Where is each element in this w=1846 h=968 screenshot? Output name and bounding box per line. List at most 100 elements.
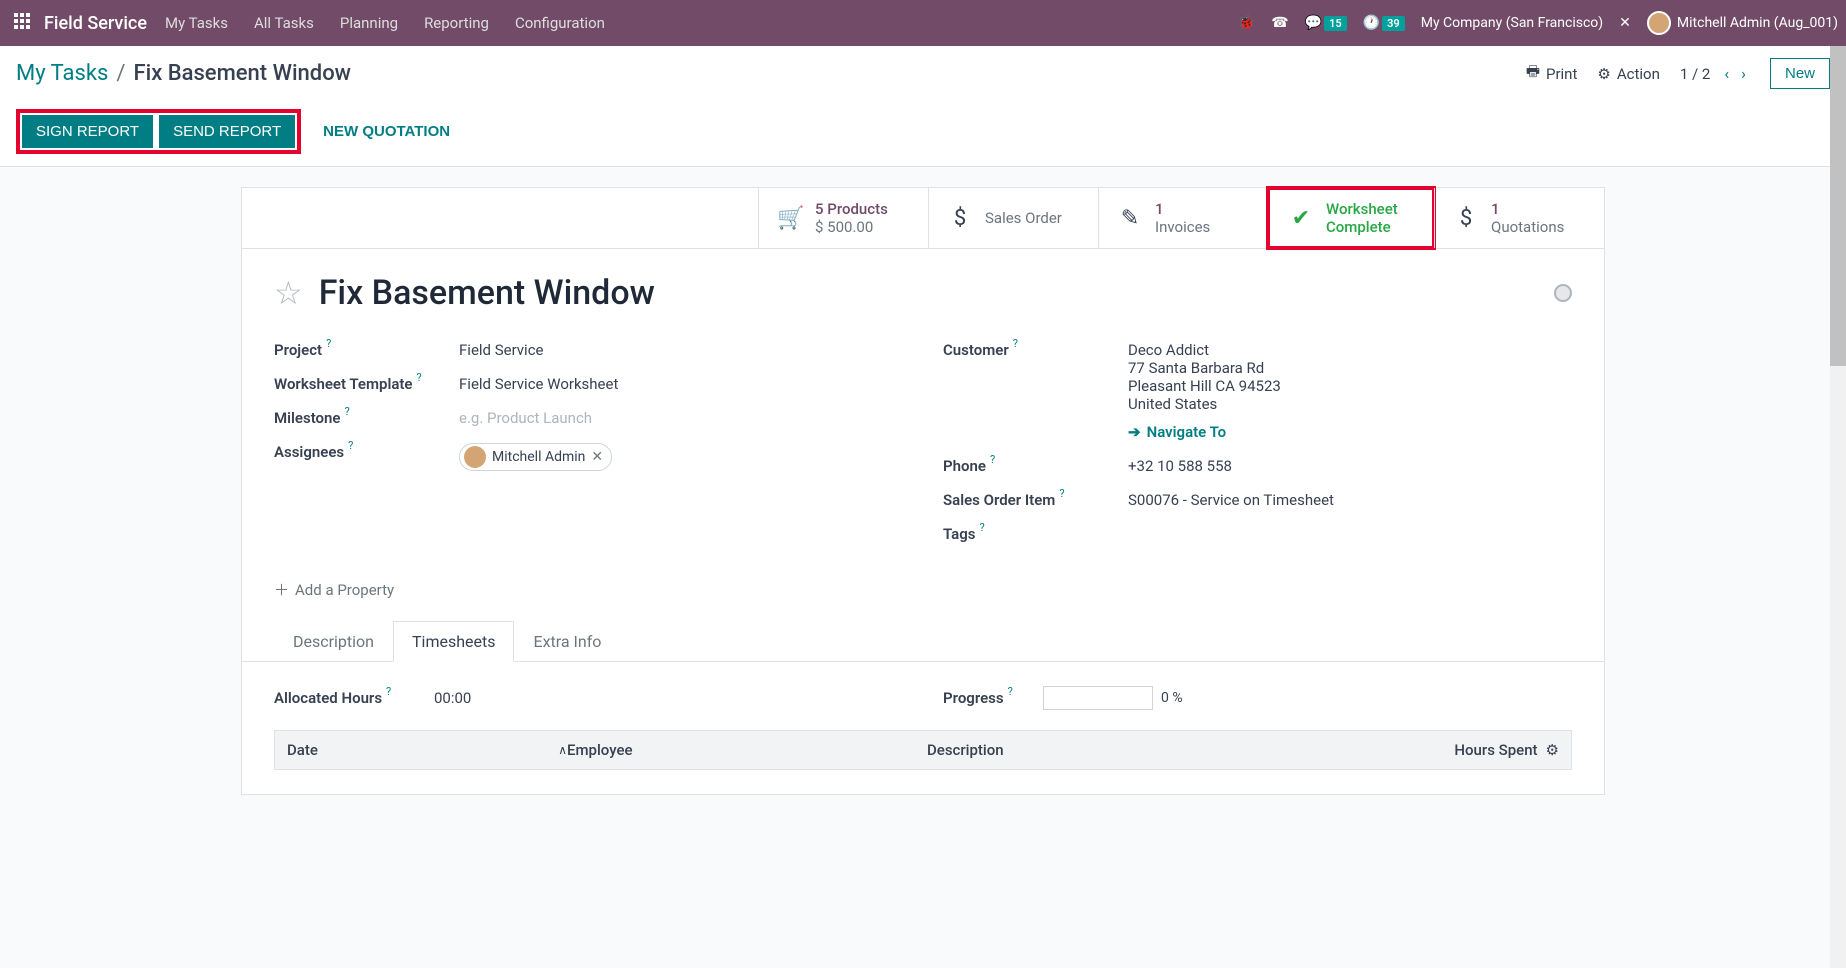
help-icon[interactable]: ?	[345, 405, 350, 418]
label-milestone: Milestone	[274, 409, 341, 427]
tab-content-timesheets: Allocated Hours? 00:00 Progress? 0 % Dat…	[242, 662, 1604, 794]
progress-bar	[1043, 686, 1153, 710]
help-icon[interactable]: ?	[1008, 685, 1013, 698]
kanban-state-icon[interactable]	[1554, 284, 1572, 302]
stat-sales-order[interactable]: $ Sales Order	[928, 188, 1098, 248]
pencil-icon: ✎	[1117, 206, 1143, 231]
cart-icon: 🛒	[777, 206, 803, 231]
send-report-button[interactable]: SEND REPORT	[159, 115, 295, 148]
print-button[interactable]: 🖶 Print	[1526, 61, 1578, 86]
breadcrumb-current: Fix Basement Window	[133, 61, 351, 86]
label-project: Project	[274, 341, 322, 359]
help-icon[interactable]: ?	[1013, 337, 1018, 350]
app-title[interactable]: Field Service	[44, 13, 147, 34]
label-customer: Customer	[943, 341, 1009, 359]
pager: 1 / 2 ‹ ›	[1680, 62, 1750, 85]
navigate-to-link[interactable]: ➔ Navigate To	[1128, 423, 1226, 441]
help-icon[interactable]: ?	[348, 439, 353, 452]
th-description[interactable]: Description	[927, 741, 1419, 759]
scroll-thumb[interactable]	[1830, 46, 1846, 366]
form-col-left: Project? Field Service Worksheet Templat…	[274, 333, 903, 551]
field-customer[interactable]: Deco Addict 77 Santa Barbara Rd Pleasant…	[1128, 341, 1572, 441]
timesheet-table-header: Date ∧ Employee Description Hours Spent …	[274, 730, 1572, 770]
help-icon[interactable]: ?	[417, 371, 422, 384]
label-phone: Phone	[943, 457, 986, 475]
label-progress: Progress	[943, 689, 1004, 707]
avatar-icon	[464, 446, 486, 468]
label-tags: Tags	[943, 525, 976, 543]
activities-icon[interactable]: 🕐39	[1363, 15, 1405, 31]
messages-badge: 15	[1324, 16, 1347, 31]
tab-extra-info[interactable]: Extra Info	[514, 621, 620, 662]
label-assignees: Assignees	[274, 443, 344, 461]
tools-icon[interactable]: ✕	[1619, 15, 1631, 31]
priority-star-icon[interactable]: ☆	[274, 274, 303, 312]
new-quotation-button[interactable]: NEW QUOTATION	[319, 115, 454, 148]
gear-icon: ⚙	[1597, 65, 1610, 83]
help-icon[interactable]: ?	[980, 521, 985, 534]
tab-timesheets[interactable]: Timesheets	[393, 621, 514, 662]
task-title[interactable]: Fix Basement Window	[319, 273, 655, 313]
menu-configuration[interactable]: Configuration	[515, 14, 605, 32]
control-panel: My Tasks / Fix Basement Window 🖶 Print ⚙…	[0, 46, 1846, 167]
field-project[interactable]: Field Service	[459, 341, 903, 359]
field-allocated-hours[interactable]: 00:00	[434, 689, 903, 707]
add-property-button[interactable]: ＋ Add a Property	[242, 571, 426, 620]
help-icon[interactable]: ?	[386, 685, 391, 698]
new-button[interactable]: New	[1770, 58, 1830, 89]
support-icon[interactable]: ☎	[1271, 15, 1288, 31]
pager-value[interactable]: 1 / 2	[1680, 65, 1711, 83]
sort-asc-icon: ∧	[558, 743, 567, 757]
stat-buttons: 🛒 5 Products $ 500.00 $ Sales Order ✎ 1 …	[242, 188, 1604, 249]
th-employee[interactable]: Employee	[567, 741, 927, 759]
pager-next-icon[interactable]: ›	[1737, 62, 1750, 85]
action-button[interactable]: ⚙ Action	[1597, 65, 1659, 83]
field-milestone[interactable]: e.g. Product Launch	[459, 409, 903, 427]
assignee-chip[interactable]: Mitchell Admin ✕	[459, 443, 612, 471]
settings-icon[interactable]: ⚙	[1546, 741, 1559, 759]
th-hours-spent[interactable]: Hours Spent ⚙	[1419, 741, 1559, 759]
menu-my-tasks[interactable]: My Tasks	[165, 14, 228, 32]
plus-icon: ＋	[274, 579, 289, 600]
menu-planning[interactable]: Planning	[340, 14, 398, 32]
stat-products[interactable]: 🛒 5 Products $ 500.00	[758, 188, 928, 248]
topnav-right: 🐞 ☎ 💬15 🕐39 My Company (San Francisco) ✕…	[1238, 11, 1838, 35]
field-phone[interactable]: +32 10 588 558	[1128, 457, 1572, 475]
field-worksheet-template[interactable]: Field Service Worksheet	[459, 375, 903, 393]
check-icon: ✔	[1288, 206, 1314, 231]
form-col-right: Customer? Deco Addict 77 Santa Barbara R…	[943, 333, 1572, 551]
stat-worksheet[interactable]: ✔ Worksheet Complete	[1266, 186, 1436, 250]
scrollbar[interactable]	[1830, 46, 1846, 968]
company-switcher[interactable]: My Company (San Francisco)	[1421, 15, 1603, 31]
messages-icon[interactable]: 💬15	[1305, 15, 1347, 31]
label-sales-order-item: Sales Order Item	[943, 491, 1055, 509]
main-menu: My Tasks All Tasks Planning Reporting Co…	[165, 14, 605, 32]
sign-report-button[interactable]: SIGN REPORT	[22, 115, 153, 148]
field-assignees[interactable]: Mitchell Admin ✕	[459, 443, 903, 472]
label-allocated-hours: Allocated Hours	[274, 689, 382, 707]
help-icon[interactable]: ?	[990, 453, 995, 466]
user-name: Mitchell Admin (Aug_001)	[1677, 15, 1838, 31]
debug-icon[interactable]: 🐞	[1238, 15, 1255, 31]
apps-menu-icon[interactable]	[8, 13, 36, 33]
field-progress-value: 0 %	[1161, 690, 1183, 706]
activities-badge: 39	[1382, 16, 1405, 31]
stat-invoices[interactable]: ✎ 1 Invoices	[1098, 188, 1268, 248]
top-nav: Field Service My Tasks All Tasks Plannin…	[0, 0, 1846, 46]
remove-icon[interactable]: ✕	[591, 449, 603, 465]
th-date[interactable]: Date ∧	[287, 741, 567, 759]
tab-description[interactable]: Description	[274, 621, 393, 662]
field-sales-order-item[interactable]: S00076 - Service on Timesheet	[1128, 491, 1572, 509]
breadcrumb-parent[interactable]: My Tasks	[16, 61, 108, 86]
breadcrumb-separator: /	[116, 61, 125, 86]
action-row: SIGN REPORT SEND REPORT NEW QUOTATION	[0, 101, 1846, 166]
user-menu[interactable]: Mitchell Admin (Aug_001)	[1647, 11, 1838, 35]
help-icon[interactable]: ?	[1059, 487, 1064, 500]
dollar-icon: $	[947, 206, 973, 231]
highlight-report-buttons: SIGN REPORT SEND REPORT	[16, 109, 301, 154]
menu-all-tasks[interactable]: All Tasks	[254, 14, 314, 32]
help-icon[interactable]: ?	[326, 337, 331, 350]
menu-reporting[interactable]: Reporting	[424, 14, 489, 32]
pager-prev-icon[interactable]: ‹	[1720, 62, 1733, 85]
stat-quotations[interactable]: $ 1 Quotations	[1434, 188, 1604, 248]
